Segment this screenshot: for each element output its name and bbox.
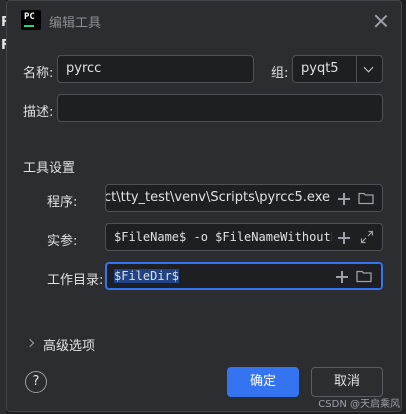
tool-settings-section-title: 工具设置: [23, 161, 76, 176]
chevron-down-icon[interactable]: [356, 56, 382, 82]
arguments-field[interactable]: $FileName$ -o $FileNameWithoutE: [105, 223, 383, 251]
name-field[interactable]: pyrcc: [57, 55, 254, 83]
close-icon[interactable]: [371, 11, 391, 31]
chevron-right-icon: [25, 338, 35, 348]
group-label: 组:: [271, 66, 289, 81]
cancel-button[interactable]: 取消: [311, 367, 383, 397]
expand-icon[interactable]: [360, 230, 374, 244]
program-label: 程序:: [47, 195, 78, 210]
working-directory-label: 工作目录:: [47, 273, 104, 288]
add-macro-icon[interactable]: [338, 232, 350, 244]
edit-tool-dialog: PC 编辑工具 名称: pyrcc 组: pyqt5 描述: 工具设置 程序: …: [6, 0, 402, 412]
working-directory-field[interactable]: $FileDir$: [105, 262, 383, 290]
description-field[interactable]: [57, 94, 383, 122]
name-label: 名称:: [23, 66, 54, 81]
add-macro-icon[interactable]: [336, 271, 348, 283]
dialog-title: 编辑工具: [49, 16, 102, 31]
watermark: CSDN @天启乘风: [318, 399, 400, 410]
folder-icon[interactable]: [358, 191, 374, 205]
help-icon[interactable]: ?: [25, 371, 47, 393]
description-label: 描述:: [23, 105, 54, 120]
advanced-options-label: 高级选项: [43, 339, 96, 354]
ok-button[interactable]: 确定: [227, 367, 299, 397]
folder-icon[interactable]: [356, 269, 372, 283]
dialog-titlebar[interactable]: PC 编辑工具: [7, 1, 401, 41]
program-field[interactable]: roject\tty_test\venv\Scripts\pyrcc5.exe: [105, 184, 383, 212]
arguments-label: 实参:: [47, 234, 78, 249]
add-macro-icon[interactable]: [338, 193, 350, 205]
pycharm-logo-icon: PC: [21, 10, 41, 30]
group-dropdown[interactable]: pyqt5: [292, 55, 383, 83]
